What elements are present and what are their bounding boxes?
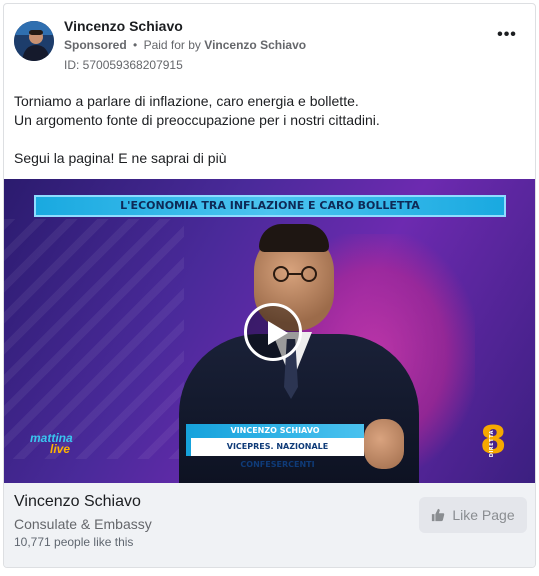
thumbs-up-icon [432,508,445,522]
post-header: Vincenzo Schiavo Sponsored • Paid for by… [14,16,525,76]
avatar-image [14,21,54,61]
like-page-label: Like Page [452,507,515,523]
person-hair [259,224,329,252]
avatar[interactable] [14,21,54,61]
like-page-button[interactable]: Like Page [419,497,527,533]
post-text-line-1: Torniamo a parlare di inflazione, caro e… [14,93,359,109]
author-name[interactable]: Vincenzo Schiavo [64,18,183,34]
lower-third: VINCENZO SCHIAVO VICEPRES. NAZIONALE CON… [186,424,364,469]
video-banner: L'ECONOMIA TRA INFLAZIONE E CARO BOLLETT… [34,195,506,217]
lower-third-name: VINCENZO SCHIAVO [186,424,364,438]
ad-card: Vincenzo Schiavo Sponsored • Paid for by… [3,3,536,568]
play-button-icon[interactable] [244,303,302,361]
footer-like-count: 10,771 people like this [14,535,134,549]
logo-diretta-text: DIRETTA [489,430,495,458]
mattina-live-logo: mattina live [30,432,73,456]
post-text-line-3: Segui la pagina! E ne saprai di più [14,150,227,166]
sponsored-line: Sponsored • Paid for by Vincenzo Schiavo [64,38,306,52]
video-thumbnail[interactable]: L'ECONOMIA TRA INFLAZIONE E CARO BOLLETT… [4,179,535,483]
glasses-icon [273,266,317,282]
footer-category: Consulate & Embassy [14,516,152,532]
channel-8-logo: DIRETTA 8 [474,420,514,460]
logo-live-text: live [50,442,71,456]
more-options-icon[interactable]: ••• [497,27,517,44]
footer-page-name[interactable]: Vincenzo Schiavo [14,493,141,511]
separator-dot: • [133,38,138,52]
page-footer: Vincenzo Schiavo Consulate & Embassy 10,… [4,483,535,567]
ad-id: ID: 570059368207915 [64,58,183,72]
post-text-line-2: Un argomento fonte di preoccupazione per… [14,112,380,128]
studio-lights [4,219,184,459]
paid-for-prefix: Paid for by [143,38,201,52]
post-text: Torniamo a parlare di inflazione, caro e… [14,92,524,168]
paid-for-name: Vincenzo Schiavo [204,38,307,52]
person-hand [364,419,404,469]
lower-third-role: VICEPRES. NAZIONALE CONFESERCENTI [186,438,364,469]
sponsored-label: Sponsored [64,38,127,52]
